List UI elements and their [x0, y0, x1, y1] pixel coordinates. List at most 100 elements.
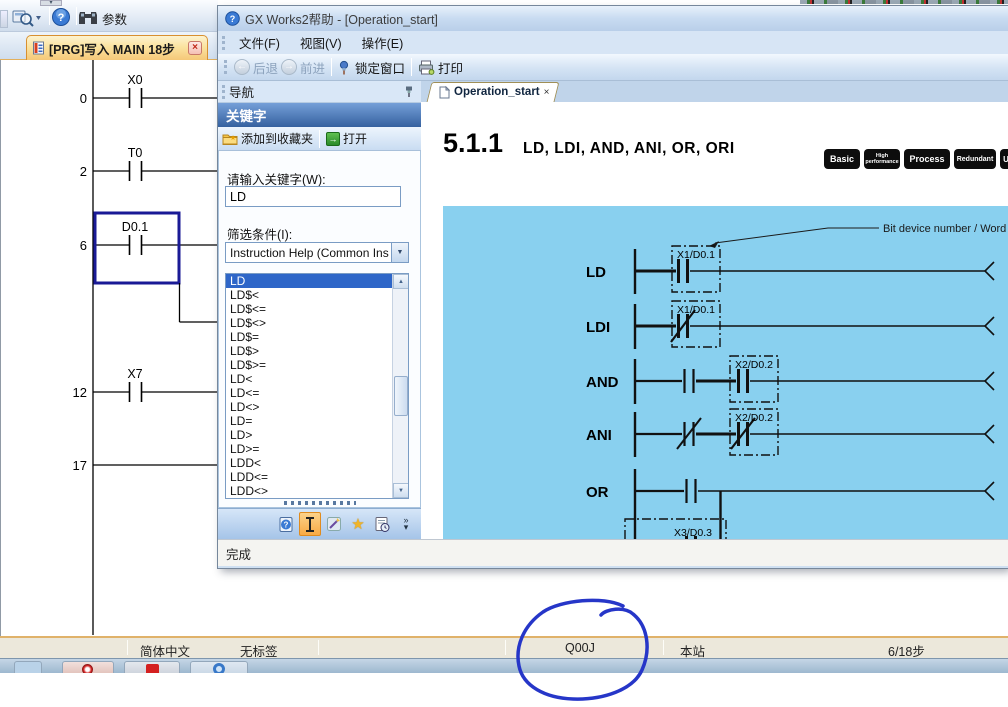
- iconbar-overflow-button[interactable]: » ▾: [395, 512, 417, 536]
- search-mode-icon[interactable]: [323, 512, 345, 536]
- red-clock-icon: [82, 664, 93, 673]
- list-item[interactable]: LD$<>: [226, 316, 392, 330]
- contact-label: T0: [128, 146, 143, 160]
- status-divider: [663, 640, 664, 655]
- list-item[interactable]: LD$<: [226, 288, 392, 302]
- rung-0[interactable]: 0 X0: [80, 73, 219, 108]
- list-item[interactable]: LD<: [226, 372, 392, 386]
- rung-number: 6: [80, 238, 87, 253]
- help-icon[interactable]: ?: [51, 6, 71, 28]
- rung-number: 17: [73, 458, 87, 473]
- contact-label: D0.1: [122, 220, 148, 234]
- status-divider: [505, 640, 506, 655]
- print-button[interactable]: 打印: [418, 58, 463, 77]
- taskbar-button-browser[interactable]: [190, 661, 248, 673]
- filter-dropdown[interactable]: Instruction Help (Common Ins ▼: [225, 242, 409, 263]
- keyword-listbox[interactable]: LD LD$< LD$<= LD$<> LD$= LD$> LD$>= LD< …: [225, 273, 409, 499]
- toolbar-separator: [319, 130, 320, 148]
- partial-icon[interactable]: [0, 10, 8, 28]
- rung-number: 0: [80, 91, 87, 106]
- back-icon: ←: [234, 59, 250, 75]
- help-menubar: 文件(F) 视图(V) 操作(E): [218, 31, 1008, 54]
- list-item[interactable]: LDD<>: [226, 484, 392, 498]
- small-down-glyph: ▾: [404, 524, 409, 531]
- listbox-scrollbar[interactable]: ▲ ▼: [392, 274, 408, 498]
- list-item[interactable]: LDD<: [226, 456, 392, 470]
- printer-icon: [418, 60, 435, 75]
- find-binoculars-icon[interactable]: [77, 7, 99, 29]
- lock-window-button[interactable]: 锁定窗口: [338, 58, 405, 77]
- rung-17[interactable]: 17: [73, 458, 219, 473]
- favorites-mode-icon[interactable]: ★: [347, 512, 369, 536]
- list-item[interactable]: LD=: [226, 414, 392, 428]
- pane-splitter[interactable]: [284, 501, 356, 505]
- scrollbar-thumb[interactable]: [394, 376, 408, 416]
- history-mode-icon[interactable]: [371, 512, 393, 536]
- help-statusbar: 完成: [218, 539, 1008, 566]
- scroll-up-icon[interactable]: ▲: [393, 274, 409, 289]
- menu-file[interactable]: 文件(F): [229, 30, 290, 55]
- rung-6[interactable]: 6 D0.1: [80, 213, 219, 322]
- red-app-icon: [146, 664, 159, 673]
- menu-operate[interactable]: 操作(E): [352, 30, 414, 55]
- rung-number: 2: [80, 164, 87, 179]
- badge-process: Process: [904, 149, 950, 169]
- nav-mode-iconbar: ? ★: [218, 508, 421, 539]
- toolbar-separator: [49, 7, 50, 25]
- add-to-favorites-button[interactable]: ★ 添加到收藏夹: [222, 130, 313, 147]
- rung-12[interactable]: 12 X7: [73, 367, 219, 402]
- ladder-canvas[interactable]: 0 X0 2 T0 6 D0.1: [1, 60, 219, 636]
- list-item[interactable]: LD$=: [226, 330, 392, 344]
- back-button[interactable]: ← 后退: [234, 58, 278, 77]
- section-title: LD, LDI, AND, ANI, OR, ORI: [523, 140, 735, 158]
- row-label: LDI: [586, 319, 610, 336]
- ladder-doc-icon: [32, 41, 45, 55]
- row-device: X2/D0.2: [735, 412, 773, 424]
- list-item[interactable]: LD$<=: [226, 302, 392, 316]
- nav-header: 导航: [218, 81, 421, 103]
- content-tab-close[interactable]: ×: [544, 87, 550, 98]
- list-item[interactable]: LD>=: [226, 442, 392, 456]
- tab-close-button[interactable]: ×: [188, 41, 202, 55]
- ladder-editor[interactable]: 0 X0 2 T0 6 D0.1: [0, 60, 218, 636]
- params-label[interactable]: 参数: [102, 9, 127, 28]
- list-item[interactable]: LD$>=: [226, 358, 392, 372]
- taskbar-button-red-doc-app[interactable]: [124, 661, 180, 673]
- background-toolbar-sliver: [800, 0, 1008, 4]
- badge-universal-cut: U: [1000, 149, 1008, 169]
- list-item[interactable]: LD<>: [226, 400, 392, 414]
- tab-prg-main[interactable]: [PRG]写入 MAIN 18步 ×: [26, 35, 208, 60]
- list-item[interactable]: LD>: [226, 428, 392, 442]
- tab-operation-start[interactable]: Operation_start ×: [429, 82, 557, 102]
- device-search-icon[interactable]: [12, 6, 42, 28]
- menu-view[interactable]: 视图(V): [290, 30, 352, 55]
- list-item[interactable]: LD$>: [226, 344, 392, 358]
- keyword-input[interactable]: [225, 186, 401, 207]
- chevron-down-icon[interactable]: ▼: [391, 243, 408, 262]
- diagram-annotation: Bit device number / Word device bit desi…: [883, 223, 1008, 235]
- keyword-mode-icon[interactable]: [299, 512, 321, 536]
- rung-2[interactable]: 2 T0: [80, 146, 219, 181]
- row-device: X1/D0.1: [677, 249, 715, 261]
- help-topic-body: 5.1.1 LD, LDI, AND, ANI, OR, ORI Basic H…: [421, 102, 1008, 539]
- taskbar-button-clock-app[interactable]: [62, 661, 114, 673]
- list-item[interactable]: LD<=: [226, 386, 392, 400]
- row-device: X3/D0.3: [674, 527, 712, 539]
- nav-title: 导航: [229, 82, 254, 101]
- help-window: ? GX Works2帮助 - [Operation_start] 文件(F) …: [218, 6, 1008, 568]
- list-item[interactable]: LDD<=: [226, 470, 392, 484]
- list-item[interactable]: LD: [226, 274, 392, 288]
- row-label: AND: [586, 374, 619, 391]
- main-statusbar: 简体中文 无标签 Q00J 本站 6/18步: [0, 636, 1008, 658]
- forward-button[interactable]: → 前进: [281, 58, 325, 77]
- badge-basic: Basic: [824, 149, 860, 169]
- status-plc-type: Q00J: [565, 641, 595, 655]
- taskbar-partial-icon[interactable]: [14, 661, 42, 673]
- scroll-down-icon[interactable]: ▼: [393, 483, 409, 498]
- pin-icon[interactable]: [403, 85, 415, 98]
- help-titlebar[interactable]: ? GX Works2帮助 - [Operation_start]: [218, 6, 1008, 31]
- status-divider: [318, 640, 319, 655]
- help-content-pane: Operation_start × 5.1.1 LD, LDI, AND, AN…: [421, 81, 1008, 539]
- open-button[interactable]: → 打开: [326, 130, 367, 147]
- contents-mode-icon[interactable]: ?: [275, 512, 297, 536]
